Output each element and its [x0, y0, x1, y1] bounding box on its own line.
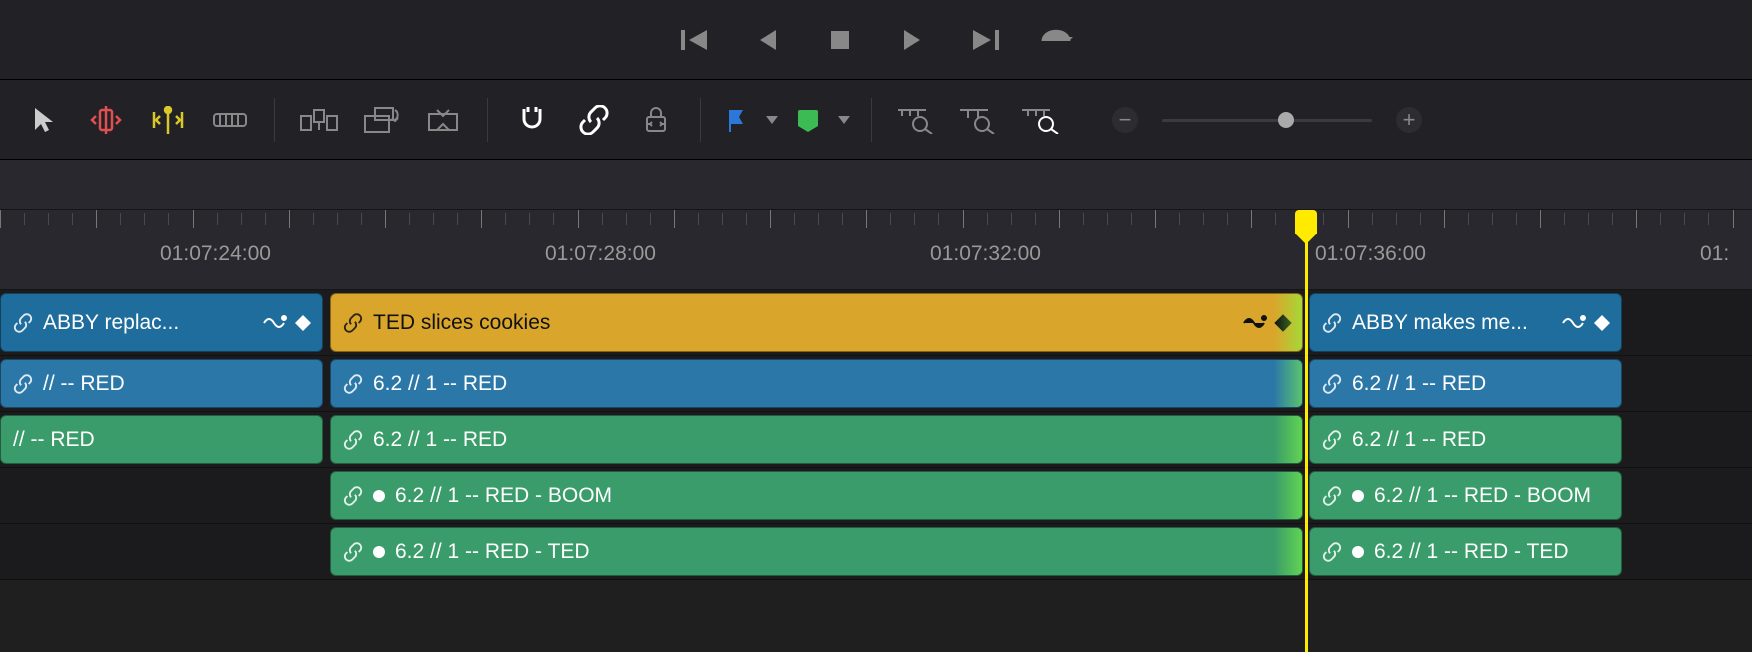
trim-tool[interactable]	[82, 100, 130, 140]
timecode-display-area	[0, 160, 1752, 210]
edit-toolbar: − +	[0, 80, 1752, 160]
timeline-clip[interactable]: // -- RED	[0, 415, 323, 464]
clip-label: 6.2 // 1 -- RED - BOOM	[395, 484, 612, 508]
ruler-timecode-label: 01:	[1700, 242, 1729, 266]
toolbar-divider	[487, 98, 488, 142]
timeline-clip[interactable]: 6.2 // 1 -- RED	[330, 359, 1303, 408]
dynamic-trim-tool[interactable]	[144, 100, 192, 140]
playhead-line[interactable]	[1305, 210, 1308, 652]
timeline-track[interactable]: // -- RED 6.2 // 1 -- RED 6.2 // 1 -- RED	[0, 412, 1752, 468]
clip-label: 6.2 // 1 -- RED	[1352, 372, 1486, 396]
timeline-clip[interactable]: TED slices cookies	[330, 293, 1303, 352]
timeline-clip[interactable]: 6.2 // 1 -- RED - TED	[330, 527, 1303, 576]
position-lock-toggle[interactable]	[632, 100, 680, 140]
blade-tool[interactable]	[206, 100, 254, 140]
overwrite-tool[interactable]	[357, 100, 405, 140]
clip-label: 6.2 // 1 -- RED - TED	[1374, 540, 1569, 564]
loop-button[interactable]	[1038, 22, 1074, 58]
timeline-track[interactable]: 6.2 // 1 -- RED - TED 6.2 // 1 -- RED - T…	[0, 524, 1752, 580]
zoom-out-button[interactable]: −	[1112, 107, 1138, 133]
record-dot-icon	[1352, 546, 1364, 558]
color-marker[interactable]	[793, 100, 823, 140]
flag-dropdown[interactable]	[765, 116, 779, 124]
clip-effect-icons	[262, 314, 312, 332]
clip-label: 6.2 // 1 -- RED - TED	[395, 540, 590, 564]
clip-effect-icons	[1561, 314, 1611, 332]
timeline-clip[interactable]: ABBY replac...	[0, 293, 323, 352]
timeline-ruler[interactable]: 01:07:24:00 01:07:28:00 01:07:32:00 01:07:3…	[0, 210, 1752, 290]
record-dot-icon	[373, 490, 385, 502]
replace-tool[interactable]	[419, 100, 467, 140]
clip-effect-icons	[1242, 314, 1292, 332]
zoom-slider[interactable]	[1162, 117, 1372, 123]
timeline-clip[interactable]: 6.2 // 1 -- RED	[1309, 359, 1622, 408]
timeline-clip[interactable]: 6.2 // 1 -- RED - BOOM	[1309, 471, 1622, 520]
clip-label: ABBY replac...	[43, 311, 179, 335]
record-dot-icon	[373, 546, 385, 558]
clip-label: TED slices cookies	[373, 311, 550, 335]
go-to-start-button[interactable]	[678, 22, 714, 58]
go-to-end-button[interactable]	[966, 22, 1002, 58]
marker-dropdown[interactable]	[837, 116, 851, 124]
timeline-clip[interactable]: 6.2 // 1 -- RED	[330, 415, 1303, 464]
timeline-track[interactable]: ABBY replac... TED slices cookies ABBY mak…	[0, 290, 1752, 356]
timeline-track[interactable]: // -- RED 6.2 // 1 -- RED 6.2 // 1 -- RED	[0, 356, 1752, 412]
timeline-clip[interactable]: 6.2 // 1 -- RED - TED	[1309, 527, 1622, 576]
ruler-timecode-label: 01:07:24:00	[160, 242, 271, 266]
snap-toggle[interactable]	[508, 100, 556, 140]
zoom-slider-thumb[interactable]	[1278, 112, 1294, 128]
transport-bar	[0, 0, 1752, 80]
clip-label: ABBY makes me...	[1352, 311, 1528, 335]
playhead-handle[interactable]	[1295, 210, 1317, 234]
play-button[interactable]	[894, 22, 930, 58]
clip-label: // -- RED	[13, 428, 95, 452]
ruler-timecode-label: 01:07:32:00	[930, 242, 1041, 266]
timeline-clip[interactable]: ABBY makes me...	[1309, 293, 1622, 352]
timeline-clip[interactable]: // -- RED	[0, 359, 323, 408]
timeline-clip[interactable]: 6.2 // 1 -- RED	[1309, 415, 1622, 464]
clip-label: 6.2 // 1 -- RED	[1352, 428, 1486, 452]
stop-button[interactable]	[822, 22, 858, 58]
record-dot-icon	[1352, 490, 1364, 502]
detail-zoom[interactable]	[954, 100, 1002, 140]
step-back-button[interactable]	[750, 22, 786, 58]
ruler-timecode-label: 01:07:36:00	[1315, 242, 1426, 266]
clip-label: 6.2 // 1 -- RED	[373, 428, 507, 452]
flag-marker[interactable]	[721, 100, 751, 140]
clip-label: 6.2 // 1 -- RED	[373, 372, 507, 396]
custom-zoom[interactable]	[1016, 100, 1064, 140]
full-extent-zoom[interactable]	[892, 100, 940, 140]
toolbar-divider	[274, 98, 275, 142]
clip-label: // -- RED	[43, 372, 125, 396]
insert-tool[interactable]	[295, 100, 343, 140]
ruler-timecode-label: 01:07:28:00	[545, 242, 656, 266]
link-toggle[interactable]	[570, 100, 618, 140]
toolbar-divider	[871, 98, 872, 142]
clip-label: 6.2 // 1 -- RED - BOOM	[1374, 484, 1591, 508]
timeline-clip[interactable]: 6.2 // 1 -- RED - BOOM	[330, 471, 1303, 520]
zoom-in-button[interactable]: +	[1396, 107, 1422, 133]
toolbar-divider	[700, 98, 701, 142]
timeline-track[interactable]: 6.2 // 1 -- RED - BOOM 6.2 // 1 -- RED - …	[0, 468, 1752, 524]
arrow-tool[interactable]	[20, 100, 68, 140]
timeline-tracks: ABBY replac... TED slices cookies ABBY mak…	[0, 290, 1752, 580]
